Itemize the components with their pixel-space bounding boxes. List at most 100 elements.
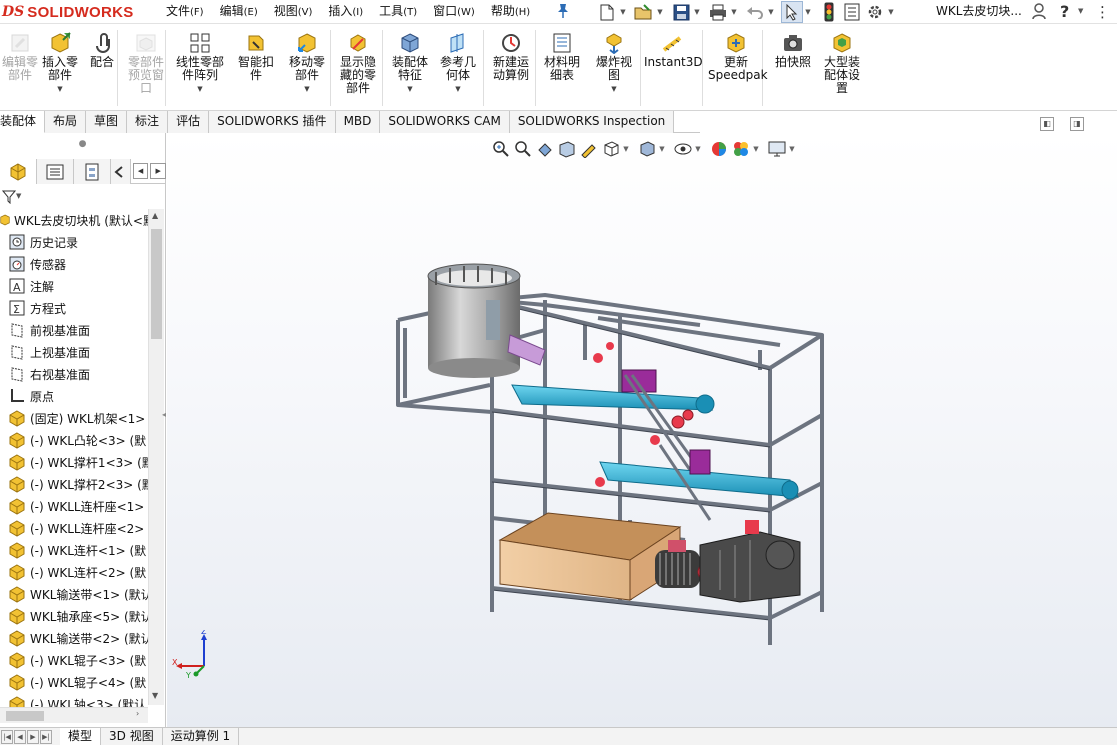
ribbon-button-5[interactable]: 智能扣件 bbox=[234, 32, 278, 110]
open-icon[interactable] bbox=[633, 1, 655, 23]
chevron-down-icon[interactable]: ▼ bbox=[658, 145, 666, 153]
chevron-down-icon[interactable]: ▼ bbox=[656, 1, 664, 23]
tab-3[interactable]: 标注 bbox=[127, 111, 169, 133]
chevron-down-icon[interactable]: ▼ bbox=[752, 145, 760, 153]
tree-item[interactable]: 传感器 bbox=[0, 253, 148, 275]
configuration-manager-tab[interactable] bbox=[74, 159, 112, 184]
tab-6[interactable]: MBD bbox=[335, 111, 381, 133]
tab-4[interactable]: 评估 bbox=[168, 111, 210, 133]
tab-1[interactable]: 布局 bbox=[45, 111, 87, 133]
feature-tree-horizontal-scrollbar[interactable]: › bbox=[0, 707, 148, 723]
panel-grip[interactable]: ● bbox=[0, 133, 165, 155]
tab-scroll-right-icon[interactable]: ▶ bbox=[150, 163, 166, 179]
chevron-down-icon[interactable]: ▼ bbox=[730, 1, 738, 23]
prev-tab-icon[interactable]: ◀ bbox=[14, 729, 26, 744]
select-icon[interactable] bbox=[781, 1, 803, 23]
ribbon-button-7[interactable]: 显示隐 藏的零 部件 bbox=[336, 32, 380, 110]
menu-item-3[interactable]: 插入(I) bbox=[320, 0, 371, 24]
hide-show-items-icon[interactable] bbox=[672, 139, 694, 159]
bottom-tab-1[interactable]: 3D 视图 bbox=[101, 727, 163, 745]
feature-tree-vertical-scrollbar[interactable]: ▲ ▼ bbox=[148, 209, 164, 705]
tree-item[interactable]: (-) WKLL连杆座<2> bbox=[0, 517, 148, 539]
ribbon-button-13[interactable]: Instant3D bbox=[644, 32, 703, 110]
collapse-right-icon[interactable]: ◨ bbox=[1070, 117, 1084, 131]
assembly-model-render[interactable] bbox=[167, 133, 1117, 727]
apply-scene-icon[interactable] bbox=[730, 139, 752, 159]
chevron-down-icon[interactable]: ▼ bbox=[619, 1, 627, 23]
ribbon-button-9[interactable]: 参考几 何体 ▼ bbox=[436, 32, 480, 110]
help-icon[interactable]: ? bbox=[1060, 2, 1069, 21]
tree-item[interactable]: (-) WKL凸轮<3> (默 bbox=[0, 429, 148, 451]
display-style-icon[interactable] bbox=[636, 139, 658, 159]
last-tab-icon[interactable]: ▶| bbox=[40, 729, 52, 744]
ribbon-button-2[interactable]: 配合 bbox=[84, 32, 120, 110]
next-tab-icon[interactable]: ▶ bbox=[27, 729, 39, 744]
menu-item-4[interactable]: 工具(T) bbox=[371, 0, 425, 24]
ribbon-button-16[interactable]: 大型装 配体设置 bbox=[820, 32, 864, 110]
chevron-down-icon[interactable]: ▼ bbox=[170, 83, 230, 96]
ribbon-button-1[interactable]: 插入零 部件 ▼ bbox=[38, 32, 82, 110]
tree-item[interactable]: 原点 bbox=[0, 385, 148, 407]
tree-item[interactable]: 右视基准面 bbox=[0, 363, 148, 385]
chevron-down-icon[interactable]: ▼ bbox=[436, 83, 480, 96]
tree-item[interactable]: 前视基准面 bbox=[0, 319, 148, 341]
chevron-down-icon[interactable]: ▼ bbox=[767, 1, 775, 23]
bottom-tab-2[interactable]: 运动算例 1 bbox=[163, 727, 240, 745]
ribbon-button-15[interactable]: 拍快照 bbox=[770, 32, 816, 110]
chevron-down-icon[interactable]: ▼ bbox=[38, 83, 82, 96]
chevron-down-icon[interactable]: ▼ bbox=[388, 83, 432, 96]
tree-item[interactable]: (-) WKL撑杆2<3> (默 bbox=[0, 473, 148, 495]
tree-item[interactable]: 上视基准面 bbox=[0, 341, 148, 363]
property-manager-tab[interactable] bbox=[37, 159, 75, 184]
zoom-to-area-icon[interactable] bbox=[512, 139, 534, 159]
bottom-tab-0[interactable]: 模型 bbox=[60, 727, 102, 745]
chevron-down-icon[interactable]: ▼ bbox=[788, 145, 796, 153]
section-view-icon[interactable] bbox=[556, 139, 578, 159]
chevron-down-icon[interactable]: ▼ bbox=[592, 83, 636, 96]
chevron-down-icon[interactable]: ▼ bbox=[804, 1, 812, 23]
ribbon-button-11[interactable]: 材料明 细表 bbox=[540, 32, 584, 110]
tab-7[interactable]: SOLIDWORKS CAM bbox=[380, 111, 510, 133]
first-tab-icon[interactable]: |◀ bbox=[1, 729, 13, 744]
chevron-down-icon[interactable]: ▼ bbox=[283, 83, 331, 96]
ribbon-button-3[interactable]: 零部件 预览窗口 bbox=[124, 32, 168, 110]
view-settings-icon[interactable] bbox=[766, 139, 788, 159]
pin-icon[interactable] bbox=[556, 3, 572, 21]
ribbon-button-12[interactable]: 爆炸视图 ▼ bbox=[592, 32, 636, 110]
tree-item[interactable]: (-) WKL辊子<3> (默 bbox=[0, 649, 148, 671]
tree-item[interactable]: Σ 方程式 bbox=[0, 297, 148, 319]
menu-item-6[interactable]: 帮助(H) bbox=[483, 0, 538, 24]
chevron-down-icon[interactable]: ▼ bbox=[693, 1, 701, 23]
print-icon[interactable] bbox=[707, 1, 729, 23]
scroll-down-icon[interactable]: ▼ bbox=[152, 691, 158, 700]
ribbon-button-6[interactable]: 移动零 部件 ▼ bbox=[283, 32, 331, 110]
edit-appearance-icon[interactable] bbox=[708, 139, 730, 159]
options-icon[interactable] bbox=[864, 1, 886, 23]
scroll-right-icon[interactable]: › bbox=[136, 709, 139, 718]
menu-item-1[interactable]: 编辑(E) bbox=[212, 0, 266, 24]
scroll-up-icon[interactable]: ▲ bbox=[152, 211, 158, 220]
menu-item-0[interactable]: 文件(F) bbox=[158, 0, 212, 24]
ribbon-button-14[interactable]: 更新 Speedpak bbox=[708, 32, 768, 110]
tree-item[interactable]: (-) WKL撑杆1<3> (默 bbox=[0, 451, 148, 473]
file-properties-icon[interactable] bbox=[841, 1, 863, 23]
scrollbar-thumb[interactable] bbox=[151, 229, 162, 339]
ribbon-button-8[interactable]: 装配体 特征 ▼ bbox=[388, 32, 432, 110]
chevron-down-icon[interactable]: ▼ bbox=[622, 145, 630, 153]
dim-xpert-tab[interactable] bbox=[111, 159, 131, 184]
graphics-area[interactable] bbox=[167, 133, 1117, 727]
tree-item[interactable]: (固定) WKL机架<1> bbox=[0, 407, 148, 429]
filter-row[interactable]: ▼ bbox=[0, 186, 166, 208]
tab-scroll-left-icon[interactable]: ◀ bbox=[132, 163, 149, 179]
tab-5[interactable]: SOLIDWORKS 插件 bbox=[209, 111, 336, 133]
chevron-down-icon[interactable]: ▼ bbox=[16, 192, 21, 200]
collapse-left-icon[interactable]: ◧ bbox=[1040, 117, 1054, 131]
tree-item[interactable]: (-) WKLL连杆座<1> bbox=[0, 495, 148, 517]
more-icon[interactable]: ⋮ bbox=[1095, 3, 1110, 21]
feature-manager-tab[interactable] bbox=[0, 159, 38, 184]
tree-item[interactable]: 历史记录 bbox=[0, 231, 148, 253]
rebuild-icon[interactable] bbox=[818, 1, 840, 23]
save-icon[interactable] bbox=[670, 1, 692, 23]
tree-item[interactable]: A 注解 bbox=[0, 275, 148, 297]
menu-item-5[interactable]: 窗口(W) bbox=[425, 0, 483, 24]
